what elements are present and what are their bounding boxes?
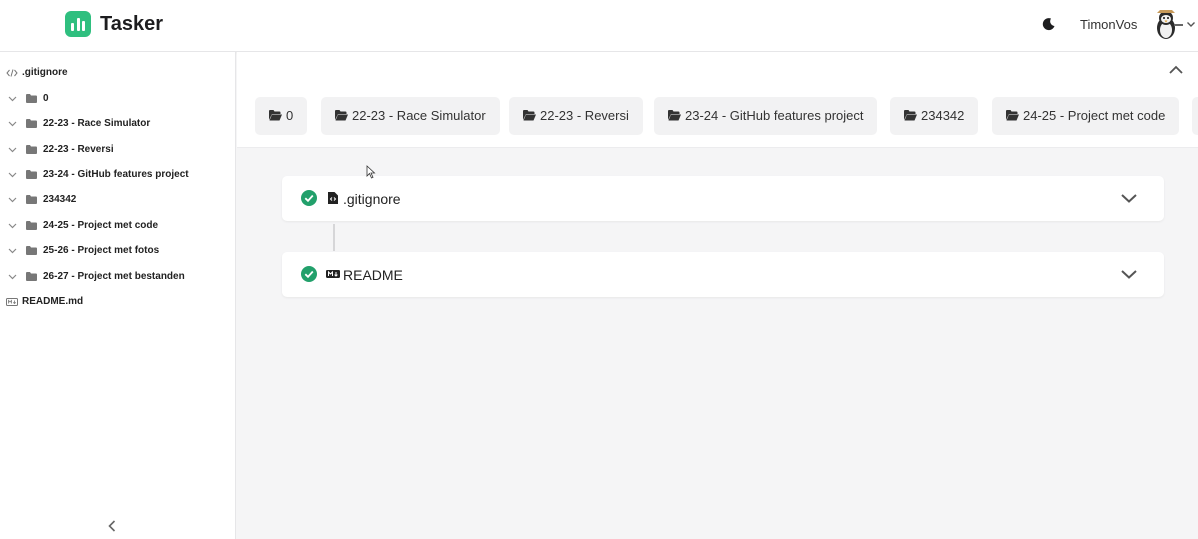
tree-item-label: 23-24 - GitHub features project [43, 169, 189, 180]
task-title: .gitignore [343, 191, 401, 207]
chevron-down-icon[interactable] [8, 195, 17, 204]
chevron-down-icon[interactable] [8, 170, 17, 179]
tree-folder-0[interactable]: 0 [0, 89, 236, 109]
breadcrumb-folder-reversi[interactable]: 22-23 - Reversi [509, 97, 643, 135]
chevron-down-icon[interactable] [8, 221, 17, 230]
dark-mode-moon-icon[interactable] [1042, 17, 1056, 31]
breadcrumb-label: 0 [286, 108, 294, 123]
markdown-icon [326, 270, 340, 278]
folder-icon [26, 272, 37, 281]
tree-folder-project-met-bestanden[interactable]: 26-27 - Project met bestanden [0, 267, 236, 287]
folder-open-icon [668, 110, 681, 121]
code-file-icon [6, 69, 18, 77]
tree-item-label: README.md [22, 296, 84, 307]
folder-icon [26, 145, 37, 154]
tree-folder-github-features[interactable]: 23-24 - GitHub features project [0, 165, 236, 185]
tree-folder-project-met-fotos[interactable]: 25-26 - Project met fotos [0, 241, 236, 261]
tree-item-label: 25-26 - Project met fotos [43, 245, 160, 256]
folder-icon [26, 221, 37, 230]
breadcrumb-folder-0[interactable]: 0 [255, 97, 308, 135]
app-title[interactable]: Tasker [100, 13, 163, 36]
tasker-logo-icon[interactable] [65, 11, 91, 37]
task-title: README [343, 267, 403, 283]
top-header: Tasker TimonVos [0, 0, 1198, 52]
chevron-down-icon[interactable] [8, 272, 17, 281]
task-card-gitignore[interactable]: .gitignore [282, 176, 1164, 221]
folder-icon [26, 195, 37, 204]
mouse-cursor-icon [366, 165, 376, 179]
breadcrumb-folder-race-simulator[interactable]: 22-23 - Race Simulator [321, 97, 500, 135]
breadcrumb-label: 22-23 - Race Simulator [352, 108, 486, 123]
breadcrumb-label: 234342 [921, 108, 965, 123]
folder-open-icon [523, 110, 536, 121]
collapse-up-chevron-icon[interactable] [1168, 64, 1184, 76]
breadcrumb-overflow[interactable] [1192, 97, 1198, 135]
tree-folder-project-met-code[interactable]: 24-25 - Project met code [0, 216, 236, 236]
breadcrumb-label: 23-24 - GitHub features project [685, 108, 864, 123]
breadcrumb-label: 24-25 - Project met code [1023, 108, 1166, 123]
breadcrumb-label: 22-23 - Reversi [540, 108, 629, 123]
tree-item-label: 24-25 - Project met code [43, 220, 159, 231]
tree-folder-race-simulator[interactable]: 22-23 - Race Simulator [0, 114, 236, 134]
folder-open-icon [269, 110, 282, 121]
file-tree-sidebar: .gitignore 0 22-23 - Race Simulator 22-2… [0, 52, 236, 539]
folder-icon [26, 246, 37, 255]
folder-open-icon [335, 110, 348, 121]
task-card-readme[interactable]: README [282, 252, 1164, 297]
chevron-down-icon[interactable] [8, 246, 17, 255]
check-circle-icon [301, 190, 317, 206]
chevron-down-icon[interactable] [8, 119, 17, 128]
folder-icon [26, 170, 37, 179]
folder-icon [26, 119, 37, 128]
folder-open-icon [904, 110, 917, 121]
file-code-icon [328, 192, 338, 204]
tree-item-label: 0 [43, 93, 49, 104]
check-circle-icon [301, 266, 317, 282]
user-avatar[interactable] [1148, 6, 1184, 42]
username-label[interactable]: TimonVos [1080, 17, 1137, 32]
tree-item-label: 234342 [43, 194, 77, 205]
folder-open-icon [1006, 110, 1019, 121]
collapse-sidebar-chevron-left-icon[interactable] [106, 519, 118, 533]
breadcrumb-folder-project-met-code[interactable]: 24-25 - Project met code [992, 97, 1180, 135]
folder-breadcrumb-bar: 0 22-23 - Race Simulator 22-23 - Reversi… [237, 52, 1198, 148]
tree-folder-reversi[interactable]: 22-23 - Reversi [0, 140, 236, 160]
expand-chevron-down-icon[interactable] [1120, 268, 1138, 280]
tree-item-label: 22-23 - Reversi [43, 144, 114, 155]
tree-item-gitignore[interactable]: .gitignore [0, 63, 236, 83]
folder-icon [26, 94, 37, 103]
markdown-file-icon [6, 298, 18, 306]
chevron-down-icon[interactable] [8, 145, 17, 154]
tree-item-label: .gitignore [22, 67, 68, 78]
tree-item-label: 22-23 - Race Simulator [43, 118, 151, 129]
tree-item-label: 26-27 - Project met bestanden [43, 271, 185, 282]
expand-chevron-down-icon[interactable] [1120, 192, 1138, 204]
breadcrumb-folder-github-features[interactable]: 23-24 - GitHub features project [654, 97, 878, 135]
user-menu-chevron-icon[interactable] [1186, 19, 1196, 29]
chevron-down-icon[interactable] [8, 94, 17, 103]
main-content: 0 22-23 - Race Simulator 22-23 - Reversi… [237, 52, 1198, 539]
breadcrumb-folder-234342[interactable]: 234342 [890, 97, 979, 135]
tree-folder-234342[interactable]: 234342 [0, 190, 236, 210]
task-connector-line [333, 224, 335, 251]
tree-item-readme[interactable]: README.md [0, 292, 236, 312]
